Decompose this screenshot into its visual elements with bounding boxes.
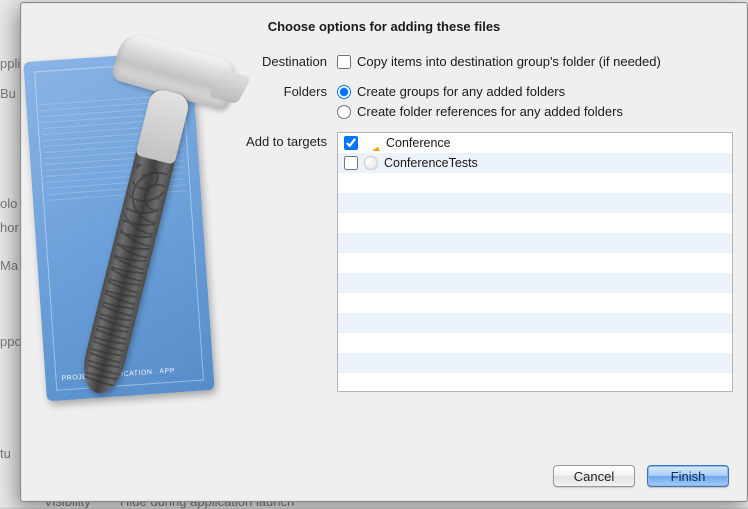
target-row[interactable]: Conference xyxy=(338,133,732,153)
finish-button[interactable]: Finish xyxy=(647,465,729,487)
create-groups-option[interactable]: Create groups for any added folders xyxy=(337,82,733,102)
test-bundle-icon xyxy=(364,156,378,170)
copy-items-checkbox[interactable] xyxy=(337,55,351,69)
target-checkbox[interactable] xyxy=(344,136,358,150)
xcode-illustration: PROJECT: APPLICATION . APP xyxy=(35,56,203,396)
button-bar: Cancel Finish xyxy=(21,453,747,501)
copy-items-option[interactable]: Copy items into destination group's fold… xyxy=(337,52,733,72)
folders-label: Folders xyxy=(217,82,327,99)
app-icon xyxy=(364,135,380,151)
destination-label: Destination xyxy=(217,52,327,69)
target-checkbox[interactable] xyxy=(344,156,358,170)
target-row[interactable]: ConferenceTests xyxy=(338,153,732,173)
target-name: ConferenceTests xyxy=(384,156,478,170)
target-name: Conference xyxy=(386,136,451,150)
copy-items-label: Copy items into destination group's fold… xyxy=(357,52,661,72)
create-groups-label: Create groups for any added folders xyxy=(357,82,565,102)
create-refs-option[interactable]: Create folder references for any added f… xyxy=(337,102,733,122)
create-refs-radio[interactable] xyxy=(337,105,351,119)
add-files-sheet: Choose options for adding these files PR… xyxy=(20,2,748,502)
cancel-button[interactable]: Cancel xyxy=(553,465,635,487)
create-refs-label: Create folder references for any added f… xyxy=(357,102,623,122)
targets-list[interactable]: Conference ConferenceTests xyxy=(337,132,733,392)
targets-label: Add to targets xyxy=(217,132,327,453)
create-groups-radio[interactable] xyxy=(337,85,351,99)
